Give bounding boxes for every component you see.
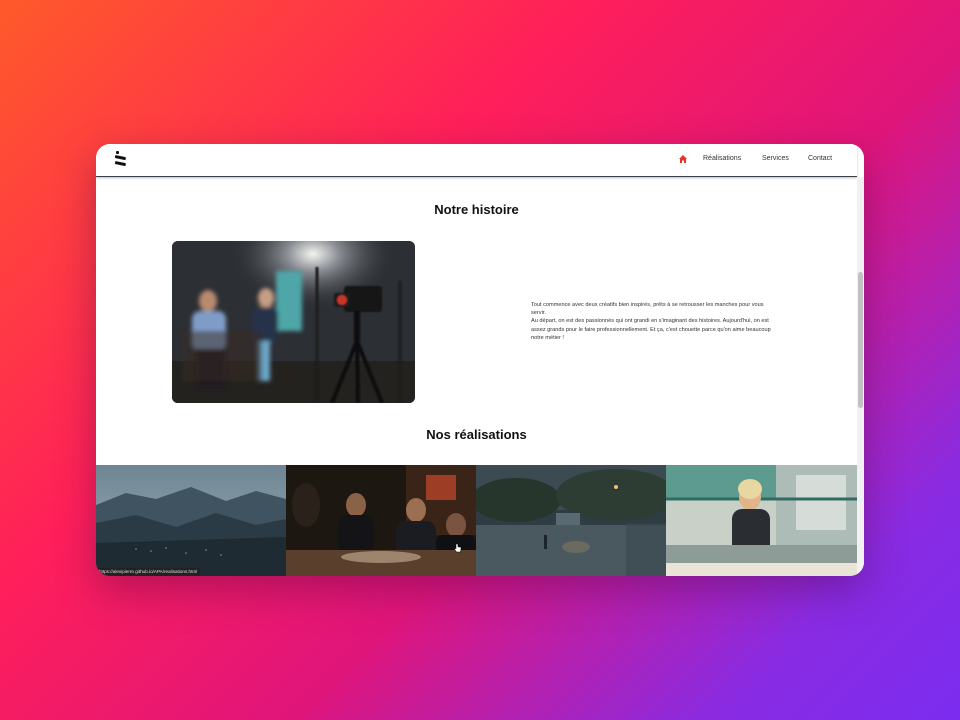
gallery-tile-dinner[interactable]	[286, 465, 476, 576]
story-text: Tout commence avec deux créatifs bien in…	[531, 301, 771, 342]
scrollbar-thumb[interactable]	[858, 272, 863, 408]
nav-link-realisations[interactable]: Réalisations	[703, 155, 741, 162]
navbar: Réalisations Services Contact	[96, 144, 857, 177]
story-heading: Notre histoire	[434, 202, 519, 217]
story-paragraph-2: Au départ, on est des passionnés qui ont…	[531, 318, 771, 341]
works-heading: Nos réalisations	[426, 427, 527, 442]
story-photo	[172, 241, 415, 403]
works-gallery	[96, 465, 857, 576]
pointer-cursor-icon	[454, 543, 462, 553]
nav-link-services[interactable]: Services	[762, 155, 789, 162]
gallery-tile-park[interactable]	[476, 465, 666, 576]
nav-link-contact[interactable]: Contact	[808, 155, 832, 162]
logo-icon[interactable]	[114, 151, 128, 168]
home-icon[interactable]	[678, 154, 688, 164]
gallery-tile-window[interactable]	[666, 465, 857, 576]
story-paragraph-1: Tout commence avec deux créatifs bien in…	[531, 302, 764, 317]
browser-window: Réalisations Services Contact Notre hist…	[96, 144, 864, 576]
status-bar-url: https://alexipierre.github.io/APA/realis…	[96, 568, 201, 576]
gallery-tile-mountain[interactable]	[96, 465, 286, 576]
